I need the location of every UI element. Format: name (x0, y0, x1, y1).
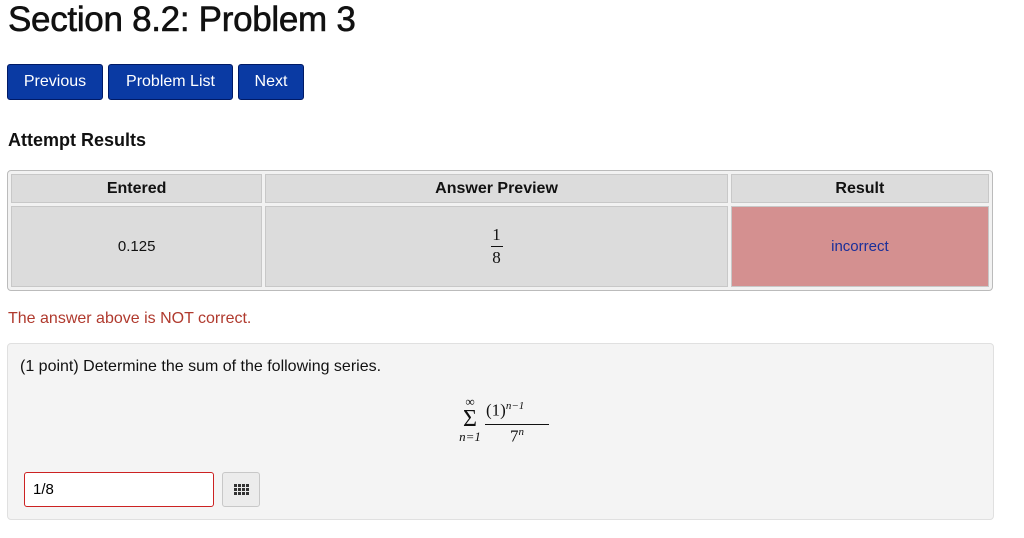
incorrect-message: The answer above is NOT correct. (8, 310, 252, 327)
header-answer-preview: Answer Preview (265, 174, 728, 204)
entered-value: 0.125 (11, 206, 263, 287)
table-row: 0.125 1 8 incorrect (11, 206, 989, 287)
header-result: Result (730, 174, 989, 204)
grid-icon (233, 484, 249, 495)
preview-denominator: 8 (492, 248, 501, 268)
answer-input[interactable] (24, 472, 214, 507)
denominator-exponent: n (518, 426, 525, 438)
table-header-row: Entered Answer Preview Result (11, 174, 989, 204)
preview-numerator: 1 (492, 225, 501, 245)
series-denominator: 7n (510, 426, 524, 447)
sigma-icon: Σ (463, 406, 477, 432)
problem-navigation: Previous Problem List Next (7, 64, 304, 100)
header-entered: Entered (11, 174, 263, 204)
problem-panel: (1 point) Determine the sum of the follo… (7, 343, 994, 520)
summation-symbol: ∞ Σ n=1 (458, 395, 482, 444)
series-fraction-bar (485, 424, 549, 425)
problem-statement: (1 point) Determine the sum of the follo… (20, 358, 382, 375)
numerator-exponent: n−1 (505, 400, 525, 412)
result-status: incorrect (730, 206, 989, 287)
problem-list-button[interactable]: Problem List (108, 64, 233, 100)
summation-lower-limit: n=1 (459, 429, 481, 444)
numerator-base: (1) (486, 400, 506, 420)
series-numerator: (1)n−1 (486, 400, 524, 421)
fraction-bar (490, 246, 503, 248)
next-button[interactable]: Next (238, 64, 304, 100)
previous-button[interactable]: Previous (7, 64, 103, 100)
denominator-base: 7 (510, 426, 519, 446)
attempt-results-heading: Attempt Results (8, 130, 147, 150)
page-title: Section 8.2: Problem 3 (8, 0, 356, 39)
attempt-results-table: Entered Answer Preview Result 0.125 1 8 … (7, 170, 993, 291)
equation-editor-button[interactable] (222, 472, 260, 507)
answer-preview: 1 8 (265, 206, 728, 287)
preview-fraction: 1 8 (490, 225, 503, 268)
